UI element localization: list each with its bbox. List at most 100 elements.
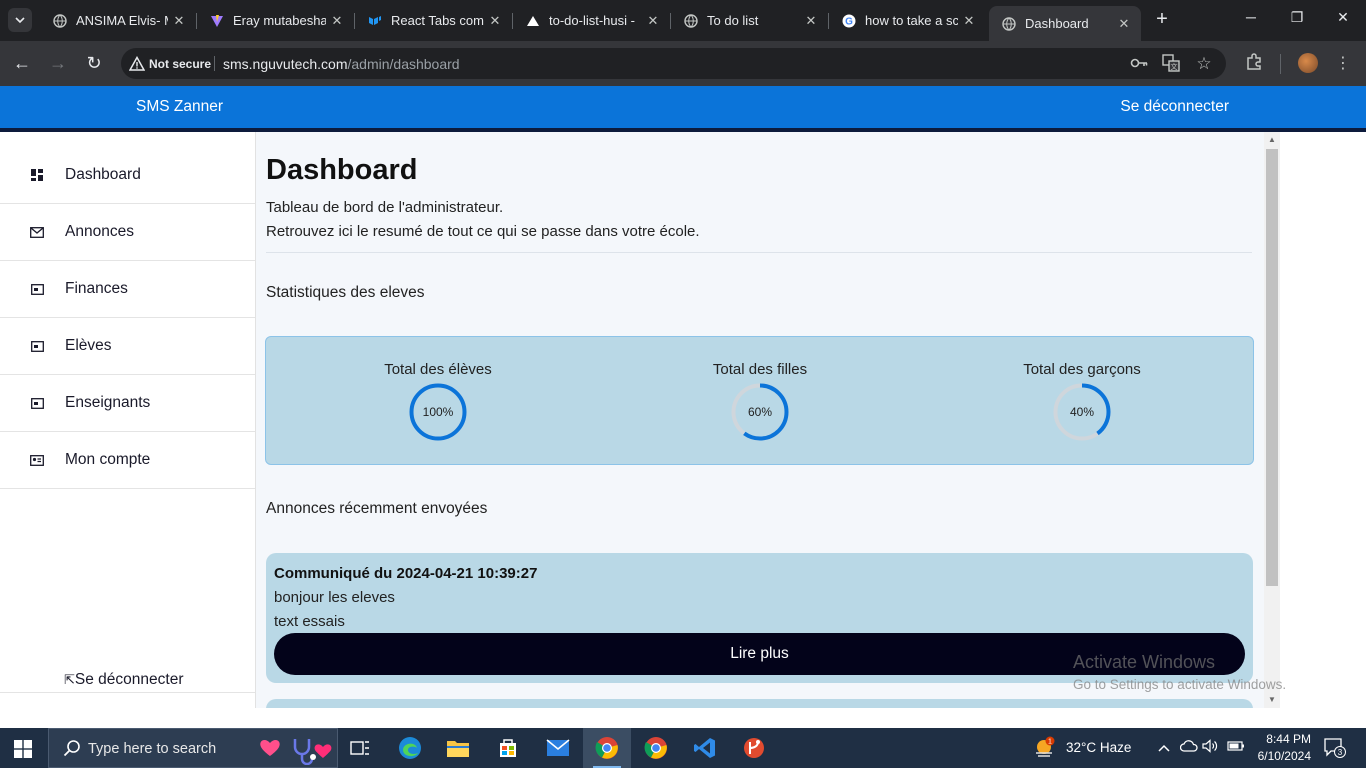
security-chip[interactable]: Not secure [129, 54, 211, 74]
stat-percent: 60% [747, 405, 773, 419]
tab-close-icon[interactable]: ✕ [326, 13, 348, 29]
page-right-gutter [1280, 132, 1366, 708]
toolbar-divider [1280, 54, 1281, 74]
cloud-sync-icon[interactable] [1179, 739, 1198, 757]
windows-start-icon[interactable] [14, 740, 32, 758]
announcement-title: Communiqué du 2024-04-21 10:39:27 [274, 565, 538, 582]
sidebar-logout-link[interactable]: ⇱Se déconnecter [64, 671, 183, 689]
scroll-down-arrow-icon[interactable]: ▼ [1264, 694, 1280, 706]
close-window-icon[interactable]: ✕ [1333, 9, 1353, 26]
sidebar-item-annonces[interactable]: Annonces [0, 204, 255, 261]
battery-plug-icon[interactable] [1227, 739, 1245, 757]
tab-title: ANSIMA Elvis- M [76, 13, 168, 28]
tab-3[interactable]: to-do-list-husi - ✕ [513, 6, 670, 35]
id-card-icon [30, 453, 44, 467]
main-content: Dashboard Tableau de bord de l'administr… [256, 132, 1264, 708]
git-tool-icon[interactable] [730, 728, 778, 768]
address-bar[interactable]: Not secure sms.nguvutech.com/admin/dashb… [121, 48, 1226, 79]
tab-1[interactable]: Eray mutabesha ✕ [197, 6, 354, 35]
mui-icon [367, 13, 383, 29]
page-description: Retrouvez ici le resumé de tout ce qui s… [266, 223, 700, 240]
tab-close-icon[interactable]: ✕ [168, 13, 190, 29]
vscode-icon[interactable] [681, 728, 729, 768]
key-icon[interactable] [1129, 54, 1149, 74]
sidebar-item-eleves[interactable]: Elèves [0, 318, 255, 375]
browser-tab-strip: ANSIMA Elvis- M ✕ Eray mutabesha ✕ React… [0, 0, 1366, 41]
tab-close-icon[interactable]: ✕ [642, 13, 664, 29]
file-explorer-icon[interactable] [434, 728, 482, 768]
progress-ring: 100% [409, 383, 467, 441]
activation-watermark-title: Activate Windows [1073, 652, 1216, 672]
taskbar-search-box[interactable]: Type here to search [48, 728, 338, 768]
page-subtitle: Tableau de bord de l'administrateur. [266, 199, 504, 216]
tab-close-icon[interactable]: ✕ [800, 13, 822, 29]
tab-0[interactable]: ANSIMA Elvis- M ✕ [40, 6, 196, 35]
tab-6-active[interactable]: Dashboard ✕ [989, 6, 1141, 41]
envelope-icon [30, 225, 44, 239]
volume-icon[interactable] [1201, 739, 1219, 757]
tab-close-icon[interactable]: ✕ [1113, 16, 1135, 32]
reload-icon[interactable]: ↻ [82, 52, 106, 76]
tab-title: To do list [707, 13, 759, 28]
forward-arrow-icon[interactable]: → [46, 52, 70, 76]
new-tab-plus-icon[interactable]: + [1151, 9, 1173, 31]
logout-icon: ⇱ [64, 672, 75, 687]
announcement-line: bonjour les eleves [274, 589, 395, 606]
stat-total-eleves: Total des élèves 100% [338, 361, 538, 441]
microsoft-store-icon[interactable] [484, 728, 532, 768]
weather-badge: 1 [1048, 739, 1052, 746]
announcement-line: text essais [274, 613, 345, 630]
clock-time[interactable]: 8:44 PM [1251, 732, 1311, 746]
vercel-icon [525, 13, 541, 29]
clock-date[interactable]: 6/10/2024 [1251, 749, 1311, 763]
translate-icon[interactable]: 文 [1161, 54, 1181, 74]
tab-title: how to take a sc [865, 13, 958, 28]
card-icon [30, 339, 44, 353]
tab-close-icon[interactable]: ✕ [958, 13, 980, 29]
stat-total-filles: Total des filles 60% [660, 361, 860, 441]
restore-icon[interactable]: ❐ [1287, 9, 1307, 26]
activation-watermark-subtitle: Go to Settings to activate Windows. [1073, 677, 1287, 692]
sidebar-logout-label: Se déconnecter [74, 671, 184, 688]
tab-2[interactable]: React Tabs comp ✕ [355, 6, 512, 35]
sidebar-item-mon-compte[interactable]: Mon compte [0, 432, 255, 489]
mail-icon[interactable] [534, 728, 582, 768]
minimize-icon[interactable]: ─ [1241, 9, 1261, 25]
tab-4[interactable]: To do list ✕ [671, 6, 828, 35]
search-placeholder: Type here to search [88, 741, 217, 757]
announcements-heading: Annonces récemment envoyées [266, 500, 488, 517]
star-bookmark-icon[interactable]: ☆ [1194, 54, 1214, 74]
stats-heading: Statistiques des eleves [266, 284, 425, 301]
windows-taskbar: Type here to search 1 32°C Haze 8:44 PM … [0, 728, 1366, 768]
card-icon [30, 282, 44, 296]
svg-text:文: 文 [1171, 62, 1178, 71]
extensions-puzzle-icon[interactable] [1243, 53, 1265, 75]
chrome-taskbar-icon[interactable] [632, 728, 680, 768]
tab-search-button[interactable] [8, 8, 32, 32]
app-header: SMS Zanner Se déconnecter [0, 86, 1366, 128]
globe-icon [1001, 16, 1017, 32]
profile-avatar[interactable] [1298, 53, 1318, 73]
sidebar: Dashboard Annonces Finances Elèves Ensei… [0, 132, 256, 708]
back-arrow-icon[interactable]: ← [10, 52, 34, 76]
weather-text[interactable]: 32°C Haze [1066, 740, 1131, 755]
chrome-taskbar-icon-active[interactable] [583, 728, 631, 768]
task-view-icon[interactable] [336, 728, 384, 768]
sidebar-item-dashboard[interactable]: Dashboard [0, 147, 255, 204]
kebab-menu-icon[interactable]: ⋮ [1332, 53, 1354, 75]
sidebar-item-enseignants[interactable]: Enseignants [0, 375, 255, 432]
notification-center-icon[interactable]: 3 [1324, 738, 1346, 758]
header-logout-link[interactable]: Se déconnecter [1120, 98, 1229, 116]
weather-haze-icon[interactable]: 1 [1032, 736, 1056, 760]
stats-card: Total des élèves 100% Total des filles 6… [265, 336, 1254, 465]
tab-close-icon[interactable]: ✕ [484, 13, 506, 29]
chevron-up-icon[interactable] [1155, 739, 1173, 757]
tab-5[interactable]: G how to take a sc ✕ [829, 6, 986, 35]
url-text[interactable]: sms.nguvutech.com/admin/dashboard [223, 56, 460, 72]
sidebar-item-finances[interactable]: Finances [0, 261, 255, 318]
sidebar-item-label: Dashboard [65, 166, 141, 183]
scroll-up-arrow-icon[interactable]: ▲ [1264, 134, 1280, 146]
brand-link[interactable]: SMS Zanner [136, 98, 223, 116]
scrollbar-thumb[interactable] [1266, 149, 1278, 586]
edge-browser-icon[interactable] [386, 728, 434, 768]
